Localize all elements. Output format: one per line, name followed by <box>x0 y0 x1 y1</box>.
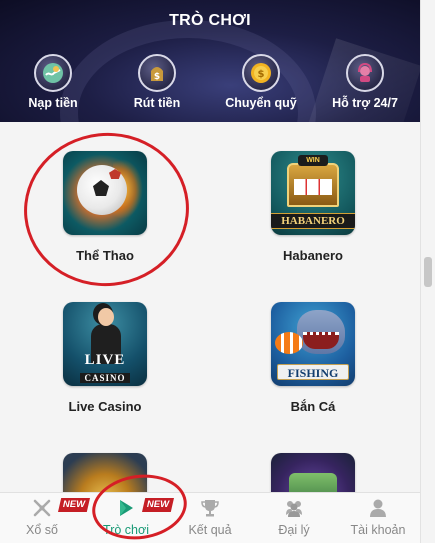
game-6-icon <box>271 453 355 492</box>
game-name: Live Casino <box>68 399 142 414</box>
live-casino-icon-text-1: LIVE <box>84 352 126 368</box>
nav-item-agents[interactable]: Đại lý <box>252 493 336 543</box>
deposit-icon <box>34 54 72 92</box>
habanero-icon-badge: WIN <box>298 155 328 166</box>
fishing-icon: FISHING <box>271 302 355 386</box>
game-name: Bắn Cá <box>290 399 336 414</box>
support-label: Hỗ trợ 24/7 <box>332 96 398 110</box>
withdraw-icon: $ <box>138 54 176 92</box>
fishing-icon-text: FISHING <box>277 364 349 380</box>
svg-text:$: $ <box>258 69 265 80</box>
page-title: TRÒ CHƠI <box>169 12 251 29</box>
live-casino-icon-text-2: CASINO <box>80 373 130 383</box>
account-icon <box>336 498 420 518</box>
transfer-icon: $ <box>242 54 280 92</box>
game-tile-habanero[interactable]: WIN HABANERO Habanero <box>238 151 388 263</box>
withdraw-label: Rút tiền <box>133 96 181 110</box>
nav-label: Đại lý <box>278 523 310 537</box>
deposit-label: Nạp tiền <box>28 96 78 110</box>
nav-item-account[interactable]: Tài khoản <box>336 493 420 543</box>
support-button[interactable]: Hỗ trợ 24/7 <box>323 54 407 110</box>
habanero-icon-text: HABANERO <box>271 213 355 229</box>
deposit-button[interactable]: Nạp tiền <box>11 54 95 110</box>
withdraw-button[interactable]: $ Rút tiền <box>115 54 199 110</box>
transfer-button[interactable]: $ Chuyển quỹ <box>219 54 303 110</box>
game-tile-live-casino[interactable]: LIVE CASINO Live Casino <box>30 302 180 414</box>
header: TRÒ CHƠI Nạp tiền $ Rút tiền $ Chuyển qu… <box>0 0 420 122</box>
live-casino-icon: LIVE CASINO <box>63 302 147 386</box>
bottom-nav: Xổ số NEW Trò chơi NEW Kết quả Đại lý Tà… <box>0 492 420 543</box>
agents-icon <box>252 498 336 518</box>
support-icon <box>346 54 384 92</box>
game-tile-6[interactable] <box>238 453 388 492</box>
transfer-label: Chuyển quỹ <box>225 96 297 110</box>
app: TRÒ CHƠI Nạp tiền $ Rút tiền $ Chuyển qu… <box>0 0 435 543</box>
nav-label: Xổ số <box>26 523 58 537</box>
svg-text:$: $ <box>154 72 160 82</box>
nav-label: Tài khoản <box>350 523 406 537</box>
game-tile-fishing[interactable]: FISHING Bắn Cá <box>238 302 388 414</box>
nav-label: Kết quả <box>188 523 232 537</box>
habanero-icon: WIN HABANERO <box>271 151 355 235</box>
nav-item-lottery[interactable]: Xổ số NEW <box>0 493 90 543</box>
game-name: Habanero <box>283 248 343 263</box>
scrollbar-thumb[interactable] <box>424 257 432 287</box>
